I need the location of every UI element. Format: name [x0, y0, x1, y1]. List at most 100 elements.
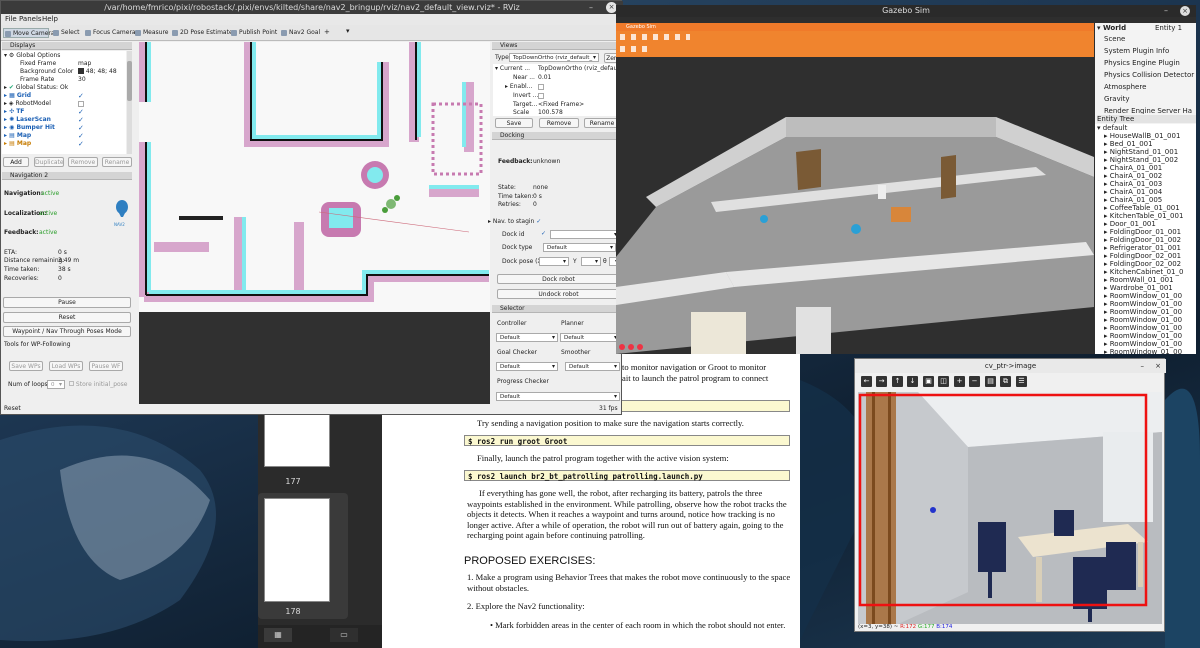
tool-2d-pose-estimate[interactable]: 2D Pose Estimate — [171, 28, 233, 38]
map2-checkbox[interactable]: ✓ — [78, 141, 84, 148]
smoother-combo[interactable]: Default — [565, 362, 620, 371]
entity-item[interactable]: ▸ KitchenCabinet_01_0 — [1104, 268, 1183, 276]
grid-view-icon[interactable]: ▦ — [264, 628, 292, 642]
zoom-in-icon[interactable]: + — [954, 376, 965, 387]
camera-image[interactable] — [858, 392, 1162, 624]
entity-item[interactable]: ▸ RoomWindow_01_00 — [1104, 348, 1182, 354]
zoom-actual-icon[interactable]: ◫ — [938, 376, 949, 387]
displays-row-laserscan[interactable]: ▸ ✺ LaserScan — [4, 116, 51, 124]
displays-row-tf[interactable]: ▸ ✣ TF — [4, 108, 24, 116]
entity-item[interactable]: ▸ Bed_01_001 — [1104, 140, 1153, 148]
pan-left-icon[interactable]: ← — [861, 376, 872, 387]
planner-combo[interactable]: Default — [560, 333, 620, 342]
displays-row-fixed-frame[interactable]: Fixed Frame — [20, 60, 56, 68]
entity-item[interactable]: ▸ ChairA_01_005 — [1104, 196, 1162, 204]
dock-pose-y-input[interactable] — [581, 257, 601, 266]
fixed-frame-value[interactable]: map — [78, 60, 91, 68]
entity-item[interactable]: ▸ FoldingDoor_01_002 — [1104, 236, 1181, 244]
controller-combo[interactable]: Default — [496, 333, 558, 342]
store-initial-pose-label[interactable]: Store initial_pose — [69, 381, 127, 389]
entity-item[interactable]: ▸ ChairA_01_001 — [1104, 164, 1162, 172]
world-item-scene[interactable]: Scene — [1104, 35, 1125, 43]
entity-item[interactable]: ▸ NightStand_01_001 — [1104, 148, 1178, 156]
gazebo-minimize-icon[interactable]: – — [1164, 5, 1168, 17]
entity-item[interactable]: ▸ CoffeeTable_01_001 — [1104, 204, 1180, 212]
entity-item[interactable]: ▸ RoomWindow_01_00 — [1104, 300, 1182, 308]
save-wps-button[interactable]: Save WPs — [9, 361, 43, 371]
nav-to-staging-row[interactable]: ▸ Nav. to stagin ✓ — [488, 218, 541, 226]
background-color-value[interactable]: 48; 48; 48 — [78, 68, 117, 76]
world-item-physics-plugin[interactable]: Physics Engine Plugin — [1104, 59, 1180, 67]
enable-checkbox[interactable] — [538, 84, 544, 90]
rviz-3d-viewport[interactable] — [139, 42, 490, 404]
views-near-value[interactable]: 0.01 — [538, 74, 551, 82]
entity-item[interactable]: ▸ RoomWindow_01_00 — [1104, 324, 1182, 332]
map-checkbox[interactable]: ✓ — [78, 133, 84, 140]
displays-row-background-color[interactable]: Background Color — [20, 68, 73, 76]
entity-item[interactable]: ▸ RoomWindow_01_00 — [1104, 332, 1182, 340]
tool-measure[interactable]: Measure — [134, 28, 169, 38]
displays-row-robotmodel[interactable]: ▸ ◈ RobotModel — [4, 100, 51, 108]
entity-item[interactable]: ▸ KitchenTable_01_001 — [1104, 212, 1183, 220]
views-type-combo[interactable]: TopDownOrtho (rviz_default_ — [509, 53, 599, 62]
pause-wf-button[interactable]: Pause WF — [89, 361, 123, 371]
views-rename-button[interactable]: Rename — [584, 118, 620, 128]
displays-row-grid[interactable]: ▸ ▦ Grid — [4, 92, 31, 100]
entity-item[interactable]: ▸ NightStand_01_002 — [1104, 156, 1178, 164]
zoom-out-icon[interactable]: − — [969, 376, 980, 387]
thumbnail-page-178[interactable] — [264, 498, 330, 602]
rename-display-button[interactable]: Rename — [102, 157, 132, 167]
entity-item[interactable]: ▸ FoldingDoor_02_002 — [1104, 260, 1181, 268]
reset-button[interactable]: Reset — [3, 312, 131, 323]
tool-move-camera[interactable]: Move Camera — [3, 28, 55, 38]
dock-id-input[interactable] — [550, 230, 620, 239]
pan-up-icon[interactable]: ↑ — [892, 376, 903, 387]
invert-checkbox[interactable] — [538, 93, 544, 99]
remove-display-button[interactable]: Remove — [68, 157, 98, 167]
entity-item[interactable]: ▸ RoomWindow_01_00 — [1104, 308, 1182, 316]
dock-robot-button[interactable]: Dock robot — [497, 274, 620, 284]
properties-icon[interactable]: ☰ — [1016, 376, 1027, 387]
comment-view-icon[interactable]: ▭ — [330, 628, 358, 642]
store-initial-pose-checkbox[interactable] — [69, 381, 74, 386]
world-item-atmosphere[interactable]: Atmosphere — [1104, 83, 1146, 91]
tf-checkbox[interactable]: ✓ — [78, 109, 84, 116]
dock-type-combo[interactable]: Default — [543, 243, 616, 252]
entity-item[interactable]: ▸ RoomWindow_01_00 — [1104, 316, 1182, 324]
entity-default[interactable]: ▾ default — [1097, 124, 1127, 132]
grid-checkbox[interactable]: ✓ — [78, 93, 84, 100]
views-row-enable[interactable]: ▸ Enabl... — [505, 83, 532, 91]
undock-robot-button[interactable]: Undock robot — [497, 289, 620, 299]
entity-item[interactable]: ▸ ChairA_01_003 — [1104, 180, 1162, 188]
cv-minimize-icon[interactable]: – — [1141, 359, 1145, 373]
world-label[interactable]: ▾ World — [1097, 24, 1126, 32]
dock-id-check-icon[interactable]: ✓ — [541, 230, 546, 238]
entity-item[interactable]: ▸ RoomWall_01_001 — [1104, 276, 1174, 284]
entity-item[interactable]: ▸ Refrigerator_01_001 — [1104, 244, 1181, 252]
displays-row-global-status[interactable]: ▸ ✔ Global Status: Ok — [4, 84, 68, 92]
load-wps-button[interactable]: Load WPs — [49, 361, 83, 371]
minimize-icon[interactable]: – — [589, 1, 593, 14]
gazebo-scene[interactable]: Gazebo Sim — [616, 23, 1094, 354]
world-item-render-engine[interactable]: Render Engine Server Ha — [1104, 107, 1196, 114]
views-row-current[interactable]: ▾ Current ... — [495, 65, 530, 73]
pan-right-icon[interactable]: → — [876, 376, 887, 387]
bumper-checkbox[interactable]: ✓ — [78, 125, 84, 132]
menu-file[interactable]: File — [5, 14, 17, 25]
world-item-gravity[interactable]: Gravity — [1104, 95, 1130, 103]
displays-row-map-2[interactable]: ▸ ▤ Map — [4, 140, 31, 148]
copy-image-icon[interactable]: ⧉ — [1000, 376, 1011, 387]
zoom-fit-icon[interactable]: ▣ — [923, 376, 934, 387]
waypoint-mode-button[interactable]: Waypoint / Nav Through Poses Mode — [3, 326, 131, 337]
tool-focus-camera[interactable]: Focus Camera — [84, 28, 136, 38]
gazebo-close-icon[interactable]: × — [1180, 6, 1190, 16]
goal-checker-combo[interactable]: Default — [496, 362, 558, 371]
views-remove-button[interactable]: Remove — [539, 118, 579, 128]
menu-panels[interactable]: Panels — [19, 14, 42, 25]
entity-item[interactable]: ▸ RoomWindow_01_00 — [1104, 292, 1182, 300]
views-target-value[interactable]: <Fixed Frame> — [538, 101, 584, 109]
views-save-button[interactable]: Save — [495, 118, 533, 128]
add-tool-icon[interactable]: + — [324, 28, 330, 36]
entity-item[interactable]: ▸ Door_01_001 — [1104, 220, 1156, 228]
progress-checker-combo[interactable]: Default — [496, 392, 620, 401]
